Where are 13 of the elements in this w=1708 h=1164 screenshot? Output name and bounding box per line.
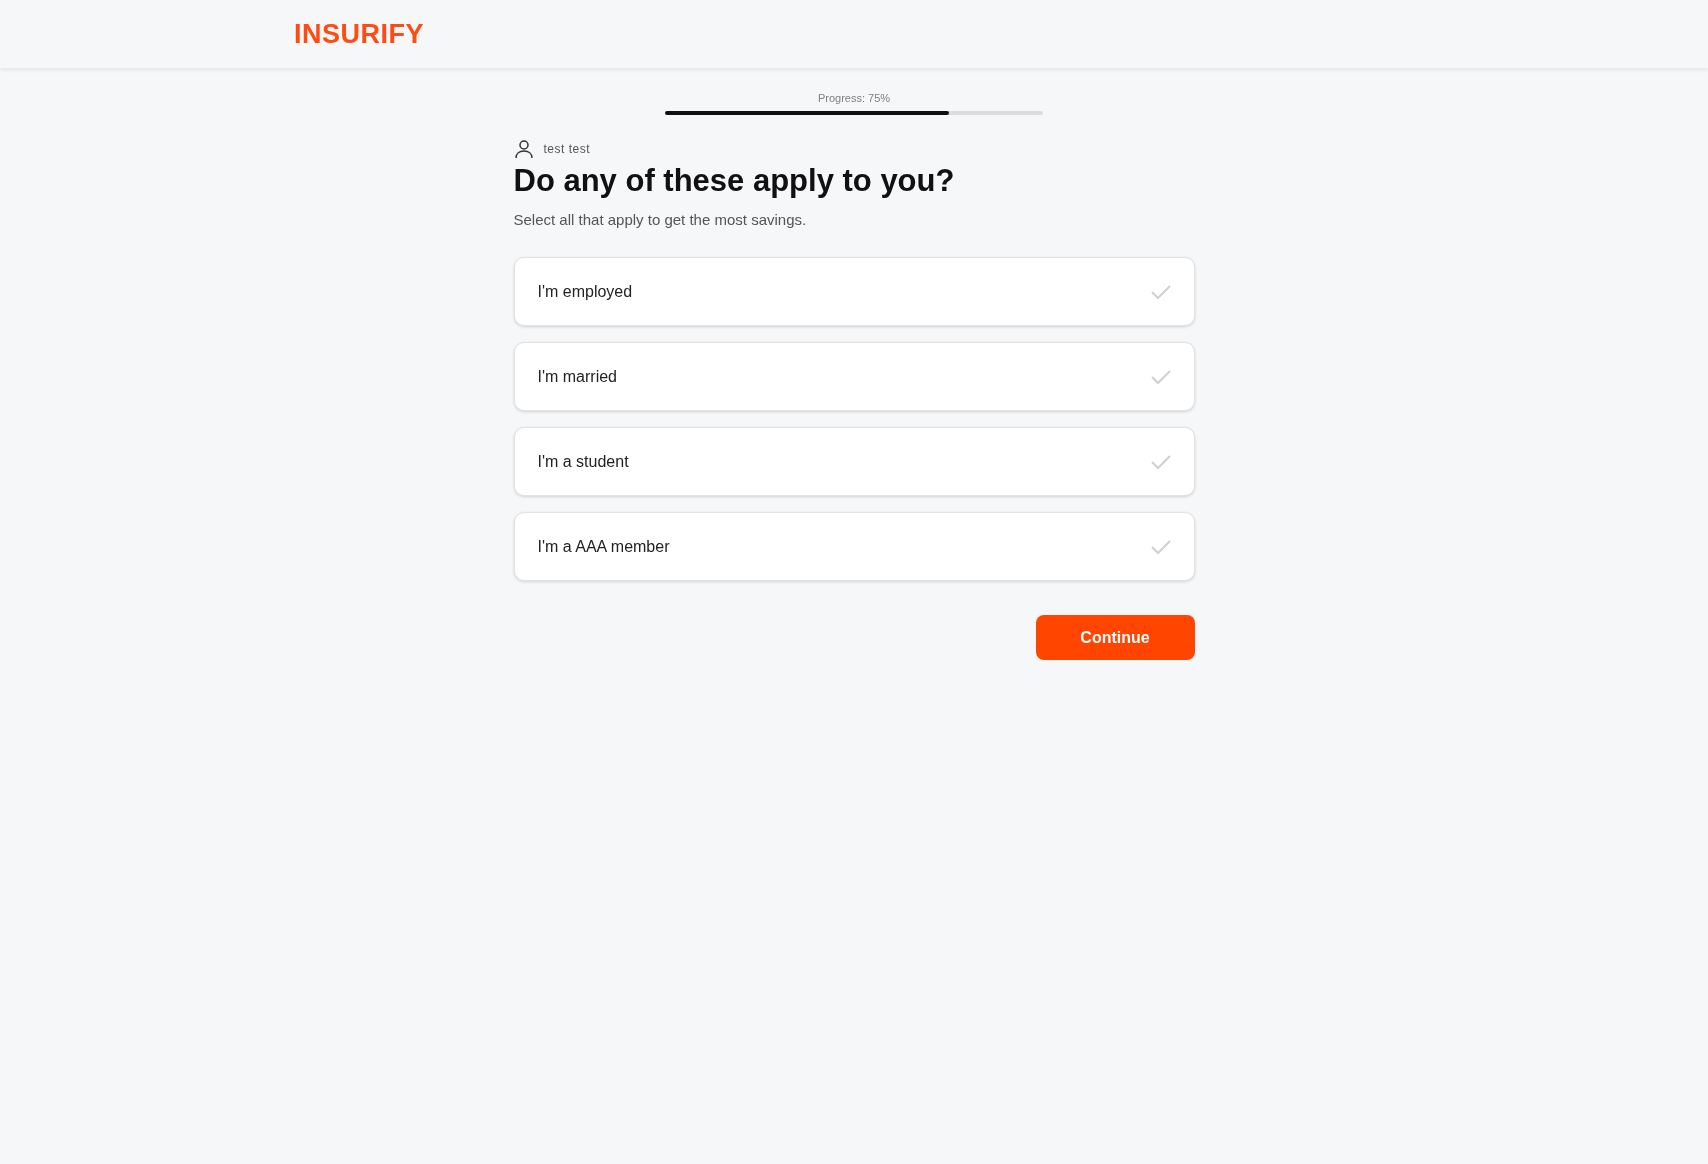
option-card[interactable]: I'm a student <box>513 427 1195 496</box>
check-icon <box>1150 453 1171 470</box>
question-title: Do any of these apply to you? <box>513 161 956 200</box>
option-card[interactable]: I'm employed <box>513 257 1195 326</box>
question-subtitle: Select all that apply to get the most savings. <box>513 209 808 230</box>
option-card[interactable]: I'm a AAA member <box>513 512 1195 581</box>
check-icon <box>1150 283 1171 300</box>
user-name: test test <box>543 140 591 158</box>
progress-label: Progress: 75% <box>817 91 891 106</box>
check-icon <box>1150 538 1171 555</box>
option-card[interactable]: I'm married <box>513 342 1195 411</box>
user-icon <box>513 138 534 159</box>
check-icon <box>1150 368 1171 385</box>
